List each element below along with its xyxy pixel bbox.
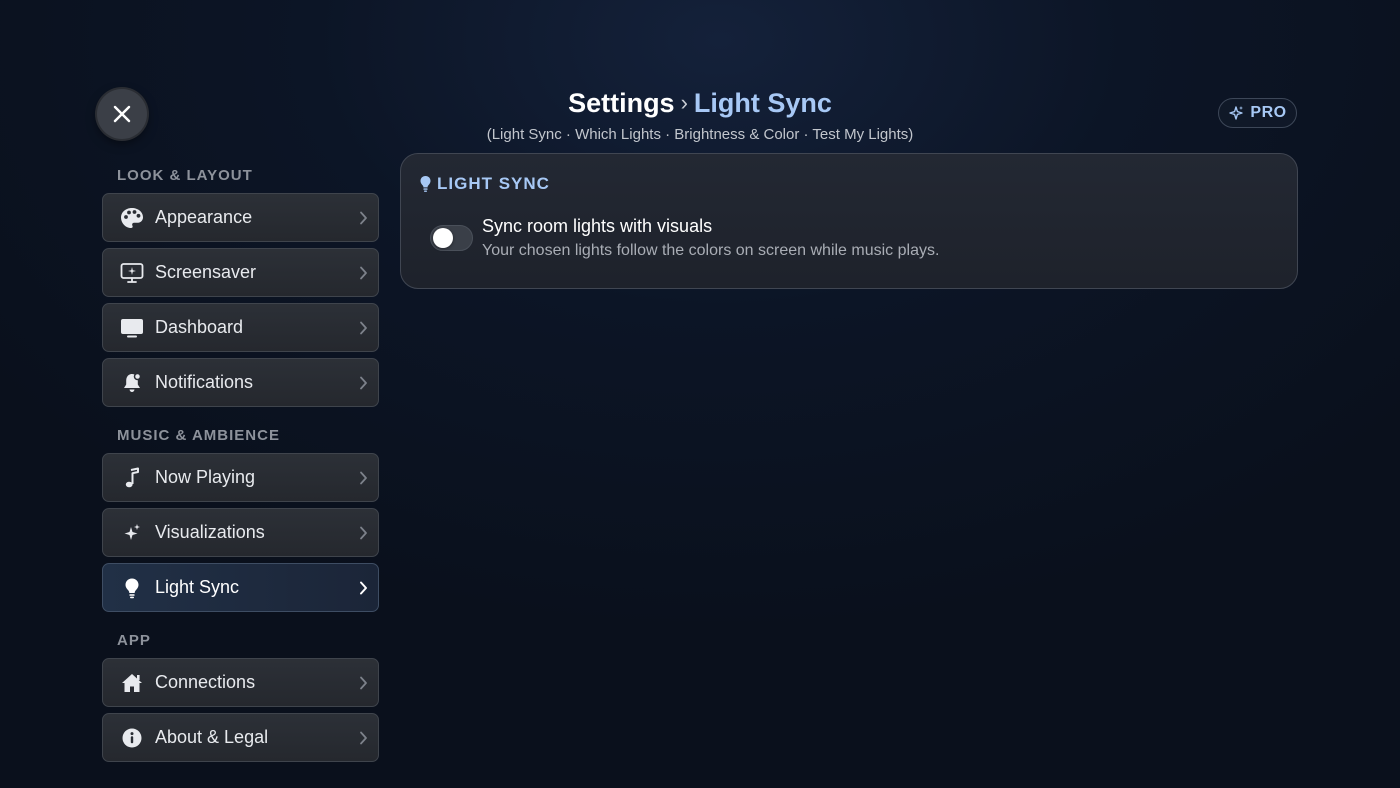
- lightbulb-icon: [119, 575, 145, 601]
- chevron-right-icon: [348, 676, 378, 690]
- music-note-icon: [119, 465, 145, 491]
- chevron-right-icon: [348, 581, 378, 595]
- sparkle-icon: [1229, 106, 1244, 120]
- pro-label: PRO: [1250, 104, 1287, 121]
- sidebar-item-appearance[interactable]: Appearance: [102, 193, 379, 242]
- sidebar-item-label: Screensaver: [155, 262, 257, 282]
- sidebar-item-now-playing[interactable]: Now Playing: [102, 453, 379, 502]
- sidebar-item-label: Notifications: [155, 372, 254, 392]
- setting-description: Your chosen lights follow the colors on …: [482, 242, 940, 259]
- panel-title: LIGHT SYNC: [419, 174, 550, 194]
- lightbulb-icon: [420, 176, 431, 192]
- sidebar-item-about-legal[interactable]: About & Legal: [102, 713, 379, 762]
- sidebar-item-label: Dashboard: [155, 317, 244, 337]
- sidebar-item-label: Light Sync: [155, 577, 240, 597]
- close-button[interactable]: [97, 89, 147, 139]
- home-icon: [119, 670, 145, 696]
- section-label-music-ambience: MUSIC & AMBIENCE: [117, 427, 280, 444]
- chevron-right-icon: [348, 471, 378, 485]
- sidebar-item-label: Now Playing: [155, 467, 256, 487]
- chevron-right-icon: [348, 211, 378, 225]
- sidebar-item-dashboard[interactable]: Dashboard: [102, 303, 379, 352]
- setting-title: Sync room lights with visuals: [482, 216, 713, 236]
- chevron-right-icon: [348, 321, 378, 335]
- sidebar-item-label: About & Legal: [155, 727, 269, 747]
- light-sync-panel: LIGHT SYNC Sync room lights with visuals…: [400, 153, 1298, 289]
- breadcrumb-root[interactable]: Settings: [568, 88, 675, 118]
- breadcrumb: Settings › Light Sync: [400, 86, 1000, 122]
- sidebar-item-connections[interactable]: Connections: [102, 658, 379, 707]
- sidebar-item-label: Visualizations: [155, 522, 265, 542]
- sync-lights-toggle[interactable]: [430, 225, 473, 251]
- section-label-look-layout: LOOK & LAYOUT: [117, 167, 253, 184]
- page-subtitle: (Light Sync · Which Lights · Brightness …: [486, 126, 914, 143]
- toggle-knob: [433, 228, 453, 248]
- chevron-right-icon: [348, 526, 378, 540]
- chevron-right-icon: [348, 266, 378, 280]
- chevron-right-icon: [348, 376, 378, 390]
- screensaver-icon: [119, 260, 145, 286]
- page-header: Settings › Light Sync (Light Sync · Which …: [400, 86, 1000, 143]
- breadcrumb-separator: ›: [680, 90, 688, 115]
- pro-button[interactable]: PRO: [1218, 98, 1297, 128]
- bell-icon: [119, 370, 145, 396]
- breadcrumb-current: Light Sync: [693, 88, 832, 118]
- sidebar-item-notifications[interactable]: Notifications: [102, 358, 379, 407]
- sidebar-item-label: Connections: [155, 672, 256, 692]
- chevron-right-icon: [348, 731, 378, 745]
- sidebar-item-screensaver[interactable]: Screensaver: [102, 248, 379, 297]
- display-icon: [119, 315, 145, 341]
- section-label-app: APP: [117, 632, 151, 649]
- info-icon: [119, 725, 145, 751]
- panel-title-label: LIGHT SYNC: [437, 174, 550, 193]
- sparkle-icon: [119, 520, 145, 546]
- palette-icon: [119, 205, 145, 231]
- sidebar-item-visualizations[interactable]: Visualizations: [102, 508, 379, 557]
- sidebar-item-light-sync[interactable]: Light Sync: [102, 563, 379, 612]
- sidebar-item-label: Appearance: [155, 207, 253, 227]
- close-icon: [113, 105, 131, 123]
